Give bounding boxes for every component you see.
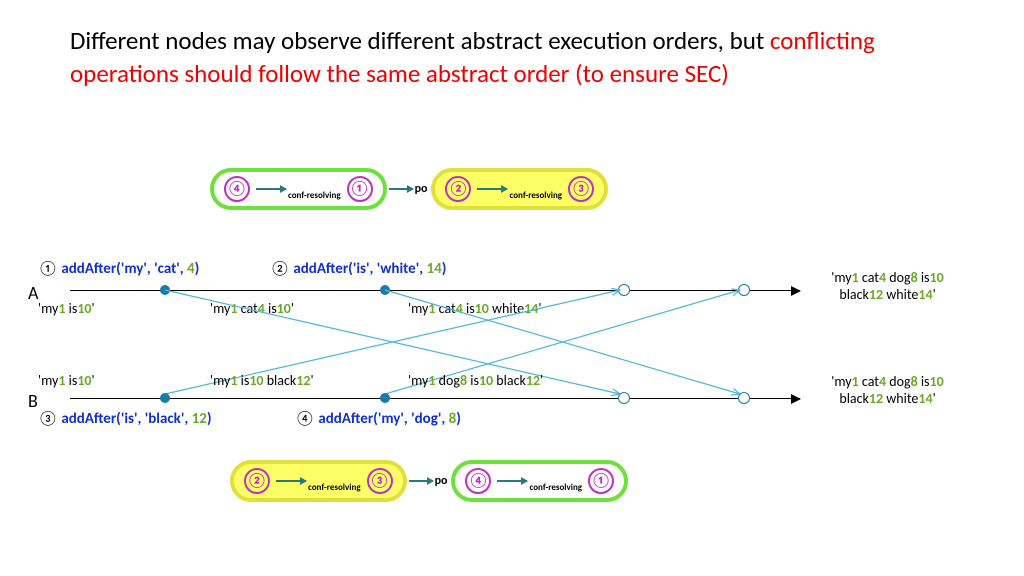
state-text: 'my1 cat4 is10 white14' — [408, 300, 541, 317]
recv-ring — [618, 284, 630, 296]
slide-title: Different nodes may observe different ab… — [70, 25, 940, 90]
recv-ring — [738, 284, 750, 296]
recv-ring — [738, 392, 750, 404]
final-state: 'my1 cat4 dog8 is10black12 white14' — [800, 374, 975, 408]
pill-green: ④conf-resolving① — [210, 168, 387, 210]
pill-yellow: ②conf-resolving③ — [230, 460, 407, 502]
state-text: 'my1 is10' — [38, 300, 95, 317]
event-dot — [160, 285, 170, 295]
state-text: 'my1 is10' — [38, 372, 95, 389]
state-text: 'my1 dog8 is10 black12' — [408, 372, 543, 389]
op-label: ④ addAfter('my', 'dog', 8) — [295, 410, 461, 428]
axis-a — [70, 290, 800, 291]
op-label: ③ addAfter('is', 'black', 12) — [38, 410, 212, 428]
top-order-diagram: ④conf-resolving① po ②conf-resolving③ — [210, 168, 608, 210]
event-dot — [380, 285, 390, 295]
axis-b — [70, 398, 800, 399]
state-text: 'my1 is10 black12' — [210, 372, 314, 389]
pill-green: ④conf-resolving① — [451, 460, 628, 502]
op-label: ② addAfter('is', 'white', 14) — [270, 260, 446, 278]
pill-yellow: ②conf-resolving③ — [431, 168, 608, 210]
event-dot — [160, 393, 170, 403]
recv-ring — [618, 392, 630, 404]
state-text: 'my1 cat4 is10' — [210, 300, 294, 317]
final-state: 'my1 cat4 dog8 is10black12 white14' — [800, 270, 975, 304]
op-label: ① addAfter('my', 'cat', 4) — [38, 260, 199, 278]
bottom-order-diagram: ②conf-resolving③ po ④conf-resolving① — [230, 460, 628, 502]
event-dot — [380, 393, 390, 403]
